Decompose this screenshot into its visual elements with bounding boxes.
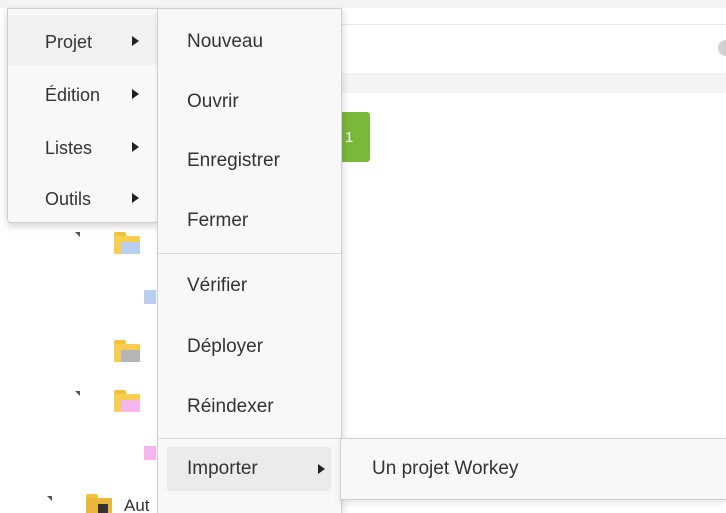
menu-item-label: Nouveau bbox=[187, 31, 264, 52]
menu-item-verifier[interactable]: Vérifier bbox=[158, 255, 341, 315]
menu-separator bbox=[158, 253, 341, 254]
menu-item-label: Déployer bbox=[187, 336, 264, 357]
menu-item-ouvrir[interactable]: Ouvrir bbox=[158, 71, 341, 131]
menu-item-fermer[interactable]: Fermer bbox=[158, 190, 341, 250]
menu-item-listes[interactable]: Listes bbox=[8, 121, 158, 171]
menu-item-label: Ouvrir bbox=[187, 91, 239, 112]
menu-item-label: Projet bbox=[45, 32, 93, 52]
menu-item-label: Édition bbox=[45, 85, 101, 105]
file-icon[interactable] bbox=[144, 290, 156, 304]
menu-item-un-projet-workey[interactable]: Un projet Workey bbox=[341, 439, 726, 499]
count-badge: 1 bbox=[341, 112, 370, 162]
tree-item-label[interactable]: Aut bbox=[124, 496, 150, 513]
project-submenu: Nouveau Ouvrir Enregistrer Fermer Vérifi… bbox=[157, 8, 342, 513]
triangle-right-icon bbox=[132, 89, 139, 99]
menu-item-label: Outils bbox=[45, 189, 92, 209]
folder-icon[interactable] bbox=[86, 494, 112, 513]
menu-item-outils[interactable]: Outils bbox=[8, 172, 158, 222]
file-icon[interactable] bbox=[144, 446, 156, 460]
menu-item-enregistrer[interactable]: Enregistrer bbox=[158, 130, 341, 190]
menu-item-deployer[interactable]: Déployer bbox=[158, 316, 341, 376]
folder-icon[interactable] bbox=[114, 232, 140, 254]
menu-item-label: Fermer bbox=[187, 210, 249, 231]
toolbar bbox=[340, 24, 726, 74]
menu-item-label: Enregistrer bbox=[187, 150, 280, 171]
app-header-strip bbox=[0, 0, 726, 8]
triangle-right-icon bbox=[132, 36, 139, 46]
menu-item-label: Un projet Workey bbox=[372, 458, 519, 479]
main-menu: Projet Édition Listes Outils bbox=[7, 8, 159, 223]
menu-item-label: Importer bbox=[187, 458, 258, 479]
toolbar-divider bbox=[340, 73, 726, 93]
menu-item-edition[interactable]: Édition bbox=[8, 68, 158, 118]
menu-separator bbox=[158, 438, 341, 439]
triangle-right-icon bbox=[318, 464, 325, 474]
menu-item-importer[interactable]: Importer bbox=[167, 447, 331, 491]
triangle-right-icon bbox=[132, 193, 139, 203]
triangle-right-icon bbox=[132, 142, 139, 152]
folder-icon[interactable] bbox=[114, 390, 140, 412]
folder-icon[interactable] bbox=[114, 340, 140, 362]
menu-item-label: Réindexer bbox=[187, 396, 274, 417]
menu-item-reindexer[interactable]: Réindexer bbox=[158, 376, 341, 436]
menu-item-label: Listes bbox=[45, 138, 93, 158]
tree-expanded-icon[interactable] bbox=[75, 232, 80, 237]
menu-item-projet[interactable]: Projet bbox=[8, 15, 158, 65]
tree-expanded-icon[interactable] bbox=[75, 391, 80, 396]
count-badge-text: 1 bbox=[345, 129, 354, 146]
menu-item-nouveau[interactable]: Nouveau bbox=[158, 11, 341, 71]
import-submenu: Un projet Workey bbox=[340, 438, 726, 500]
tree-expanded-icon[interactable] bbox=[47, 496, 52, 501]
menu-item-label: Vérifier bbox=[187, 275, 248, 296]
